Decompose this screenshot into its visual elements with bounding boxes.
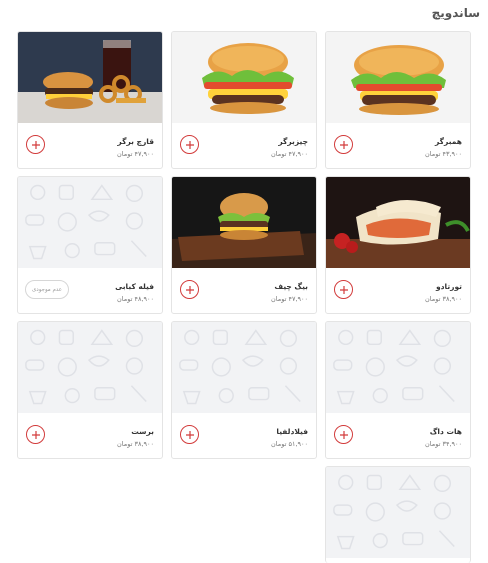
product-image [326, 177, 470, 268]
product-name: تورتادو [436, 282, 462, 291]
add-to-cart-button[interactable] [334, 135, 353, 154]
out-of-stock-badge: عدم موجودی [25, 280, 69, 299]
product-price: ۳۴,۹۰۰ تومان [425, 440, 462, 448]
product-grid: ساندویچ همبرگر ۴۳,۹۰۰ تومان چیزبرگر ۴۷,۹… [0, 0, 488, 563]
plus-icon [339, 285, 348, 294]
product-info: هات داگ ۳۴,۹۰۰ تومان [326, 413, 470, 458]
product-name: فیلادلفیا [276, 427, 308, 436]
product-info: قارچ برگر ۴۷,۹۰۰ تومان [18, 123, 162, 168]
product-image [172, 177, 316, 268]
product-image [326, 32, 470, 123]
product-image-placeholder [326, 467, 470, 558]
product-card[interactable]: برست ۳۸,۹۰۰ تومان [17, 321, 163, 459]
product-name: بیگ چیف [274, 282, 308, 291]
plus-icon [339, 430, 348, 439]
plus-icon [31, 430, 40, 439]
product-price: ۴۷,۹۰۰ تومان [271, 295, 308, 303]
product-card[interactable]: فیلادلفیا ۵۱,۹۰۰ تومان [171, 321, 317, 459]
plus-icon [31, 140, 40, 149]
product-name: چیزبرگر [278, 137, 308, 146]
product-name: برست [131, 427, 154, 436]
product-card[interactable] [325, 466, 471, 563]
product-info: تورتادو ۳۸,۹۰۰ تومان [326, 268, 470, 313]
product-image-placeholder [326, 322, 470, 413]
product-name: همبرگر [435, 137, 462, 146]
product-info: فیلادلفیا ۵۱,۹۰۰ تومان [172, 413, 316, 458]
product-info: برست ۳۸,۹۰۰ تومان [18, 413, 162, 458]
product-card: فیله کبابی ۴۸,۹۰۰ تومان عدم موجودی [17, 176, 163, 314]
product-price: ۵۱,۹۰۰ تومان [271, 440, 308, 448]
add-to-cart-button[interactable] [334, 425, 353, 444]
add-to-cart-button[interactable] [26, 425, 45, 444]
product-card[interactable]: هات داگ ۳۴,۹۰۰ تومان [325, 321, 471, 459]
plus-icon [185, 140, 194, 149]
product-info: بیگ چیف ۴۷,۹۰۰ تومان [172, 268, 316, 313]
product-price: ۴۸,۹۰۰ تومان [117, 295, 154, 303]
product-price: ۴۷,۹۰۰ تومان [117, 150, 154, 158]
add-to-cart-button[interactable] [180, 280, 199, 299]
product-image [172, 32, 316, 123]
product-price: ۴۳,۹۰۰ تومان [425, 150, 462, 158]
product-price: ۳۸,۹۰۰ تومان [117, 440, 154, 448]
add-to-cart-button[interactable] [180, 135, 199, 154]
add-to-cart-button[interactable] [334, 280, 353, 299]
product-name: هات داگ [429, 427, 462, 436]
section-title: ساندویچ [431, 6, 480, 20]
product-name: قارچ برگر [117, 137, 154, 146]
product-info: همبرگر ۴۳,۹۰۰ تومان [326, 123, 470, 168]
product-price: ۳۸,۹۰۰ تومان [425, 295, 462, 303]
product-card[interactable]: تورتادو ۳۸,۹۰۰ تومان [325, 176, 471, 314]
plus-icon [339, 140, 348, 149]
product-card[interactable]: قارچ برگر ۴۷,۹۰۰ تومان [17, 31, 163, 169]
product-image [18, 32, 162, 123]
product-info: چیزبرگر ۴۷,۹۰۰ تومان [172, 123, 316, 168]
plus-icon [185, 285, 194, 294]
product-image-placeholder [18, 177, 162, 268]
plus-icon [185, 430, 194, 439]
product-info: فیله کبابی ۴۸,۹۰۰ تومان عدم موجودی [18, 268, 162, 313]
product-card[interactable]: همبرگر ۴۳,۹۰۰ تومان [325, 31, 471, 169]
add-to-cart-button[interactable] [180, 425, 199, 444]
product-name: فیله کبابی [115, 282, 154, 291]
product-image-placeholder [172, 322, 316, 413]
product-card[interactable]: چیزبرگر ۴۷,۹۰۰ تومان [171, 31, 317, 169]
product-card[interactable]: بیگ چیف ۴۷,۹۰۰ تومان [171, 176, 317, 314]
product-image-placeholder [18, 322, 162, 413]
product-price: ۴۷,۹۰۰ تومان [271, 150, 308, 158]
add-to-cart-button[interactable] [26, 135, 45, 154]
